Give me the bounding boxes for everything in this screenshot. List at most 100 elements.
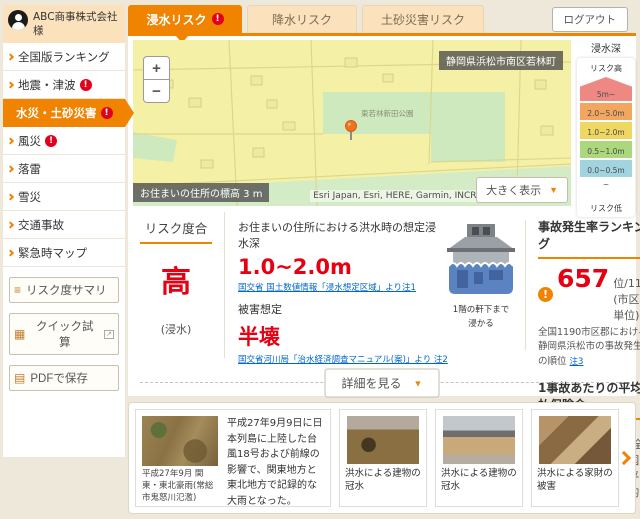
carousel-next-icon[interactable] [617, 451, 631, 465]
house-caption-line1: 1階の軒下まで [453, 305, 509, 315]
ranking-note: 全国1190市区郡における静岡県浜松市の事故発生率の順位 [538, 327, 640, 367]
legend-band: 2.0~5.0m [580, 103, 632, 120]
alert-badge: ! [101, 107, 113, 119]
tab-rain-risk[interactable]: 降水リスク [247, 5, 357, 33]
flooded-house-icon [443, 224, 519, 296]
carousel-card-kanto-tohoku-rain[interactable]: 平成27年9月 関東・東北豪雨(常総市鬼怒川氾濫) 平成27年9月9日に日本列島… [135, 409, 331, 507]
photo-caption: 洪水による家財の被害 [537, 467, 613, 494]
sidebar-item-wind[interactable]: 風災 ! [3, 127, 125, 155]
sidebar-item-flood-landslide[interactable]: 水災・土砂災害 ! [3, 99, 125, 127]
pdf-icon: ▤ [14, 372, 25, 384]
flood-depth-legend: 浸水深 リスク高 5m~ 2.0~5.0m 1.0~2.0m 0.5~1.0m … [577, 40, 635, 217]
map-attribution: Esri Japan, Esri, HERE, Garmin, INCREM [310, 190, 493, 202]
flood-hazard-map[interactable]: 東若林新田公園 + − 静岡県浜松市南区若林町 お住まいの住所の標高 3 m E… [133, 40, 571, 206]
sidebar-nav: 全国版ランキング 地震・津波 ! 水災・土砂災害 ! 風災 ! 落雷 [3, 43, 125, 267]
map-location-label: 静岡県浜松市南区若林町 [439, 51, 563, 70]
sidebar-item-label: 水災・土砂災害 [16, 105, 97, 121]
flood-depth-column: お住まいの住所における洪水時の想定浸水深 1.0~2.0m 国交省 国土数値情報… [225, 212, 437, 358]
risk-summary-button[interactable]: ≡ リスク度サマリ [9, 277, 119, 303]
sidebar-item-traffic-accident[interactable]: 交通事故 [3, 211, 125, 239]
zoom-out-button[interactable]: − [143, 79, 170, 103]
tab-label: 浸水リスク [146, 11, 206, 28]
sidebar: ABC商事株式会社 様 全国版ランキング 地震・津波 ! 水災・土砂災害 ! 風… [3, 5, 125, 457]
park-label: 東若林新田公園 [361, 108, 414, 118]
save-pdf-button[interactable]: ▤ PDFで保存 [9, 365, 119, 391]
chevron-right-icon [7, 137, 14, 144]
tool-label: クイック試算 [30, 318, 99, 350]
sidebar-item-label: 雪災 [18, 189, 41, 205]
damage-source-link[interactable]: 国交省河川局「治水経済調査マニュアル(案)」より 注2 [238, 353, 437, 365]
chevron-right-icon [7, 249, 14, 256]
legend-title: 浸水深 [577, 40, 635, 55]
map-expand-button[interactable]: 大きく表示 ▼ [476, 177, 568, 203]
photo-description: 平成27年9月9日に日本列島に上陸した台風18号および前線の影響で、関東地方と東… [227, 416, 324, 500]
depth-caption: お住まいの住所における洪水時の想定浸水深 [238, 220, 437, 252]
legend-band: 5m~ [580, 77, 632, 101]
sidebar-item-lightning[interactable]: 落雷 [3, 155, 125, 183]
sidebar-item-earthquake-tsunami[interactable]: 地震・津波 ! [3, 71, 125, 99]
tab-bar: 浸水リスク ! 降水リスク 土砂災害リスク ログアウト [128, 5, 636, 33]
sidebar-item-label: 地震・津波 [18, 77, 76, 93]
show-detail-button[interactable]: 詳細を見る ▼ [325, 369, 440, 398]
sidebar-item-emergency-map[interactable]: 緊急時マップ [3, 239, 125, 267]
ranking-value: 657 [557, 266, 609, 291]
ranking-title: 事故発生率ランキング [538, 218, 640, 259]
chevron-down-icon: ▼ [549, 185, 558, 195]
tool-label: リスク度サマリ [26, 282, 107, 298]
risk-degree-note: (浸水) [128, 321, 224, 337]
tab-landslide-risk[interactable]: 土砂災害リスク [362, 5, 484, 33]
risk-degree-value: 高 [128, 257, 224, 301]
ranking-suffix: 位/1190 (市区郡単位) [613, 275, 640, 323]
depth-value: 1.0~2.0m [238, 255, 437, 279]
flood-aerial-photo [142, 416, 218, 466]
legend-band: 1.0~2.0m [580, 122, 632, 139]
sidebar-item-label: 交通事故 [18, 217, 64, 233]
user-avatar-icon [8, 10, 28, 30]
risk-detail-row: リスク度合 高 (浸水) お住まいの住所における洪水時の想定浸水深 1.0~2.… [128, 212, 636, 358]
legend-band: ~ [580, 179, 632, 200]
house-caption-line2: 浸かる [468, 319, 494, 329]
sidebar-item-national-ranking[interactable]: 全国版ランキング [3, 43, 125, 71]
user-name: ABC商事株式会社 [33, 11, 118, 23]
tab-flood-risk[interactable]: 浸水リスク ! [128, 5, 242, 33]
alert-badge: ! [212, 13, 224, 25]
map-elevation-label: お住まいの住所の標高 3 m [133, 183, 269, 202]
stats-column: 事故発生率ランキング ! 657 位/1190 (市区郡単位) 全国1190市区… [526, 212, 640, 358]
legend-band: 0.0~0.5m [580, 160, 632, 177]
flooded-house-photo [443, 416, 515, 464]
depth-source-link[interactable]: 国交省 国土数値情報「浸水想定区域」より注1 [238, 281, 437, 293]
zoom-in-button[interactable]: + [143, 56, 170, 80]
flood-depth-illustration: 1階の軒下まで 浸かる [437, 212, 525, 358]
flood-risk-page: ABC商事株式会社 様 全国版ランキング 地震・津波 ! 水災・土砂災害 ! 風… [0, 0, 640, 519]
map-expand-label: 大きく表示 [486, 182, 541, 198]
legend-band: 0.5~1.0m [580, 141, 632, 158]
photo-caption: 洪水による建物の冠水 [441, 467, 517, 494]
carousel-card-building-flood-1[interactable]: 洪水による建物の冠水 [339, 409, 427, 507]
user-suffix: 様 [33, 25, 44, 37]
damage-caption: 被害想定 [238, 302, 437, 318]
calculator-icon: ▦ [14, 328, 25, 340]
risk-degree-column: リスク度合 高 (浸水) [128, 212, 225, 358]
sidebar-item-label: 緊急時マップ [18, 245, 87, 261]
disaster-photo-carousel: 平成27年9月 関東・東北豪雨(常総市鬼怒川氾濫) 平成27年9月9日に日本列島… [128, 402, 636, 514]
chevron-right-icon [7, 165, 14, 172]
sidebar-item-label: 風災 [18, 133, 41, 149]
carousel-card-household-damage[interactable]: 洪水による家財の被害 [531, 409, 619, 507]
quick-estimate-button[interactable]: ▦ クイック試算 ↗ [9, 313, 119, 355]
photo-caption: 洪水による建物の冠水 [345, 467, 421, 494]
alert-badge: ! [45, 135, 57, 147]
flood-risk-panel: 東若林新田公園 + − 静岡県浜松市南区若林町 お住まいの住所の標高 3 m E… [128, 33, 636, 396]
sidebar-tools: ≡ リスク度サマリ ▦ クイック試算 ↗ ▤ PDFで保存 [3, 277, 125, 391]
warning-icon: ! [538, 287, 553, 302]
tab-label: 降水リスク [272, 11, 332, 28]
alert-badge: ! [80, 79, 92, 91]
logout-button[interactable]: ログアウト [552, 7, 629, 32]
carousel-card-building-flood-2[interactable]: 洪水による建物の冠水 [435, 409, 523, 507]
sidebar-item-snow[interactable]: 雪災 [3, 183, 125, 211]
tab-label: 土砂災害リスク [381, 11, 465, 28]
flooded-cars-photo [347, 416, 419, 464]
external-link-icon: ↗ [104, 330, 114, 340]
ranking-note-link[interactable]: 注3 [570, 357, 584, 367]
tool-label: PDFで保存 [30, 370, 88, 386]
sidebar-item-label: 全国版ランキング [18, 49, 110, 65]
